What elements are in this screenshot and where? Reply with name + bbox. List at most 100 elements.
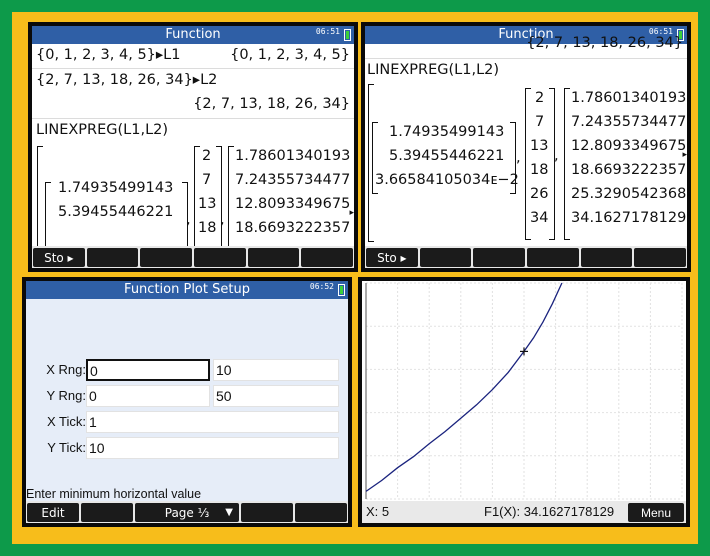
panel-top-left: Function 06:51 {0, 1, 2, 3, 4, 5}▸L1 {0,… (28, 22, 358, 272)
softkey-2[interactable] (86, 248, 139, 267)
softkey-2[interactable] (419, 248, 472, 267)
y-value: 26 (530, 186, 549, 202)
pred-value: 25.3290542368 (571, 186, 687, 202)
scroll-right-icon[interactable]: ▸ (349, 208, 354, 218)
y-value: 2 (202, 148, 212, 164)
y-max-field[interactable]: 50 (213, 385, 339, 407)
divider (32, 118, 354, 119)
calc-screen: Function Plot Setup 06:52 X Rng: 0 10 Y … (26, 281, 348, 523)
battery-icon (338, 284, 345, 296)
sto-softkey[interactable]: Sto ▸ (33, 248, 85, 267)
pred-value: 1.78601340193 (235, 148, 351, 164)
sto-softkey[interactable]: Sto ▸ (366, 248, 418, 267)
softkey-bar: Sto ▸ (32, 246, 354, 268)
x-tick-field[interactable]: 1 (86, 411, 339, 433)
softkey-5[interactable] (247, 248, 300, 267)
battery-icon (344, 29, 351, 41)
softkey-4[interactable] (527, 248, 579, 267)
clock: 06:52 (309, 282, 334, 291)
calc-screen: Function 06:51 {2, 7, 13, 18, 26, 34} LI… (365, 26, 687, 268)
menu-softkey[interactable]: Menu (628, 503, 684, 522)
panel-bottom-left: Function Plot Setup 06:52 X Rng: 0 10 Y … (22, 277, 352, 527)
pred-value: 7.24355734477 (235, 172, 351, 188)
softkey-6[interactable] (295, 503, 347, 522)
page-label: Page ⅓ (164, 505, 210, 520)
edit-softkey[interactable]: Edit (27, 503, 79, 522)
coeff-a: 1.74935499143 (389, 124, 505, 140)
scroll-right-icon[interactable]: ▸ (682, 150, 687, 160)
page-down-icon[interactable]: ▼ (225, 507, 233, 518)
softkey-bar: Edit Page ⅓ ▼ (26, 501, 348, 523)
y-value: 18 (198, 220, 217, 236)
y-bracket-right (216, 146, 222, 256)
softkey-5[interactable] (241, 503, 293, 522)
plot-status-bar: X: 5 F1(X): 34.1627178129 Menu (362, 501, 686, 523)
history-input-3[interactable]: LINEXPREG(L1,L2) (367, 62, 499, 78)
y-value: 13 (530, 138, 549, 154)
clock: 06:51 (315, 27, 340, 36)
coeff-b: 5.39455446221 (389, 148, 505, 164)
y-value: 13 (198, 196, 217, 212)
outer-bracket-left (37, 146, 43, 256)
calc-screen: Function 06:51 {0, 1, 2, 3, 4, 5}▸L1 {0,… (32, 26, 354, 268)
softkey-bar: Sto ▸ (365, 246, 687, 268)
history-input-1[interactable]: {0, 1, 2, 3, 4, 5}▸L1 (36, 47, 180, 63)
y-value: 18 (530, 162, 549, 178)
curve-f1 (365, 282, 563, 492)
x-tick-row: X Tick: 1 (26, 411, 348, 433)
x-max-field[interactable]: 10 (213, 359, 339, 381)
y-value: 7 (202, 172, 212, 188)
history-input-2[interactable]: {2, 7, 13, 18, 26, 34}▸L2 (36, 72, 217, 88)
history-output-1[interactable]: {0, 1, 2, 3, 4, 5} (230, 47, 350, 63)
x-range-label: X Rng: (46, 362, 86, 377)
history-area[interactable]: {0, 1, 2, 3, 4, 5}▸L1 {0, 1, 2, 3, 4, 5}… (32, 44, 354, 256)
y-bracket-right (549, 88, 555, 240)
softkey-3[interactable] (473, 248, 526, 267)
pred-bracket-left (564, 88, 570, 240)
softkey-2[interactable] (81, 503, 133, 522)
app-title: Function (165, 27, 221, 42)
pred-value: 12.8093349675 (571, 138, 687, 154)
pred-value: 1.78601340193 (571, 90, 687, 106)
comma: , (554, 148, 559, 164)
x-tick-label: X Tick: (46, 414, 86, 429)
softkey-3[interactable] (140, 248, 193, 267)
trace-x: X: 5 (366, 504, 390, 519)
page-softkey[interactable]: Page ⅓ ▼ (135, 503, 239, 522)
history-output-2[interactable]: {2, 7, 13, 18, 26, 34} (193, 96, 350, 112)
y-tick-row: Y Tick: 10 (26, 437, 348, 459)
function-plot[interactable] (362, 281, 686, 501)
grid (365, 282, 683, 500)
coeff-a: 1.74935499143 (58, 180, 174, 196)
softkey-6[interactable] (634, 248, 687, 267)
y-min-field[interactable]: 0 (86, 385, 210, 407)
softkey-4[interactable] (194, 248, 246, 267)
plot-screen[interactable]: X: 5 F1(X): 34.1627178129 Menu (362, 281, 686, 523)
plot-setup-form: X Rng: 0 10 Y Rng: 0 50 X Tick: 1 Y Tick… (26, 299, 348, 501)
panel-top-right: Function 06:51 {2, 7, 13, 18, 26, 34} LI… (361, 22, 691, 272)
y-tick-field[interactable]: 10 (86, 437, 339, 459)
trace-fx: F1(X): 34.1627178129 (484, 504, 615, 519)
y-range-label: Y Rng: (46, 388, 86, 403)
y-value: 34 (530, 210, 549, 226)
history-input-3[interactable]: LINEXPREG(L1,L2) (36, 122, 168, 138)
divider (365, 58, 687, 59)
x-min-field[interactable]: 0 (86, 359, 210, 381)
comma: , (186, 212, 191, 228)
divider (32, 68, 354, 69)
history-output-scrolled[interactable]: {2, 7, 13, 18, 26, 34} (526, 35, 683, 51)
y-range-row: Y Rng: 0 50 (26, 385, 348, 407)
history-area[interactable]: {2, 7, 13, 18, 26, 34} LINEXPREG(L1,L2) … (365, 35, 687, 244)
pred-value: 34.1627178129 (571, 210, 687, 226)
title-bar: Function Plot Setup 06:52 (26, 281, 348, 299)
comma: , (220, 212, 225, 228)
panel-bottom-right: X: 5 F1(X): 34.1627178129 Menu (358, 277, 690, 527)
y-tick-label: Y Tick: (47, 440, 86, 455)
pred-value: 18.6693222357 (571, 162, 687, 178)
pred-bracket-left (228, 146, 234, 256)
softkey-5[interactable] (580, 248, 633, 267)
softkey-6[interactable] (301, 248, 354, 267)
pred-value: 7.24355734477 (571, 114, 687, 130)
pred-value: 18.6693222357 (235, 220, 351, 236)
app-title: Function Plot Setup (124, 282, 250, 297)
